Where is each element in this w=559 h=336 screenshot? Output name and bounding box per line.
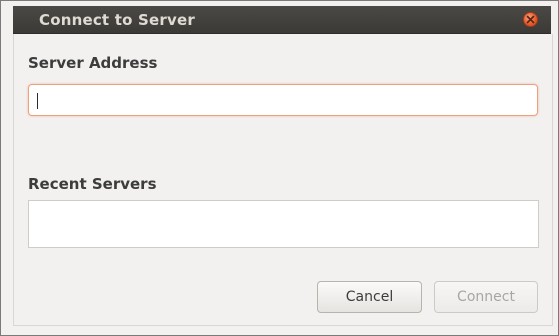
recent-servers-list[interactable] — [28, 200, 539, 248]
text-cursor — [37, 93, 38, 109]
dialog-content: Server Address Recent Servers Cancel Con… — [13, 34, 553, 326]
server-address-label: Server Address — [28, 54, 158, 72]
close-icon — [526, 15, 535, 24]
connect-button[interactable]: Connect — [434, 281, 538, 313]
title-bar[interactable]: Connect to Server — [13, 6, 551, 34]
close-button[interactable] — [523, 12, 538, 27]
screenshot-frame: Connect to Server Server Address Recent … — [0, 0, 559, 336]
server-address-input[interactable] — [28, 84, 538, 116]
recent-servers-label: Recent Servers — [28, 175, 157, 193]
cancel-button[interactable]: Cancel — [317, 281, 422, 313]
window-title: Connect to Server — [39, 11, 195, 29]
